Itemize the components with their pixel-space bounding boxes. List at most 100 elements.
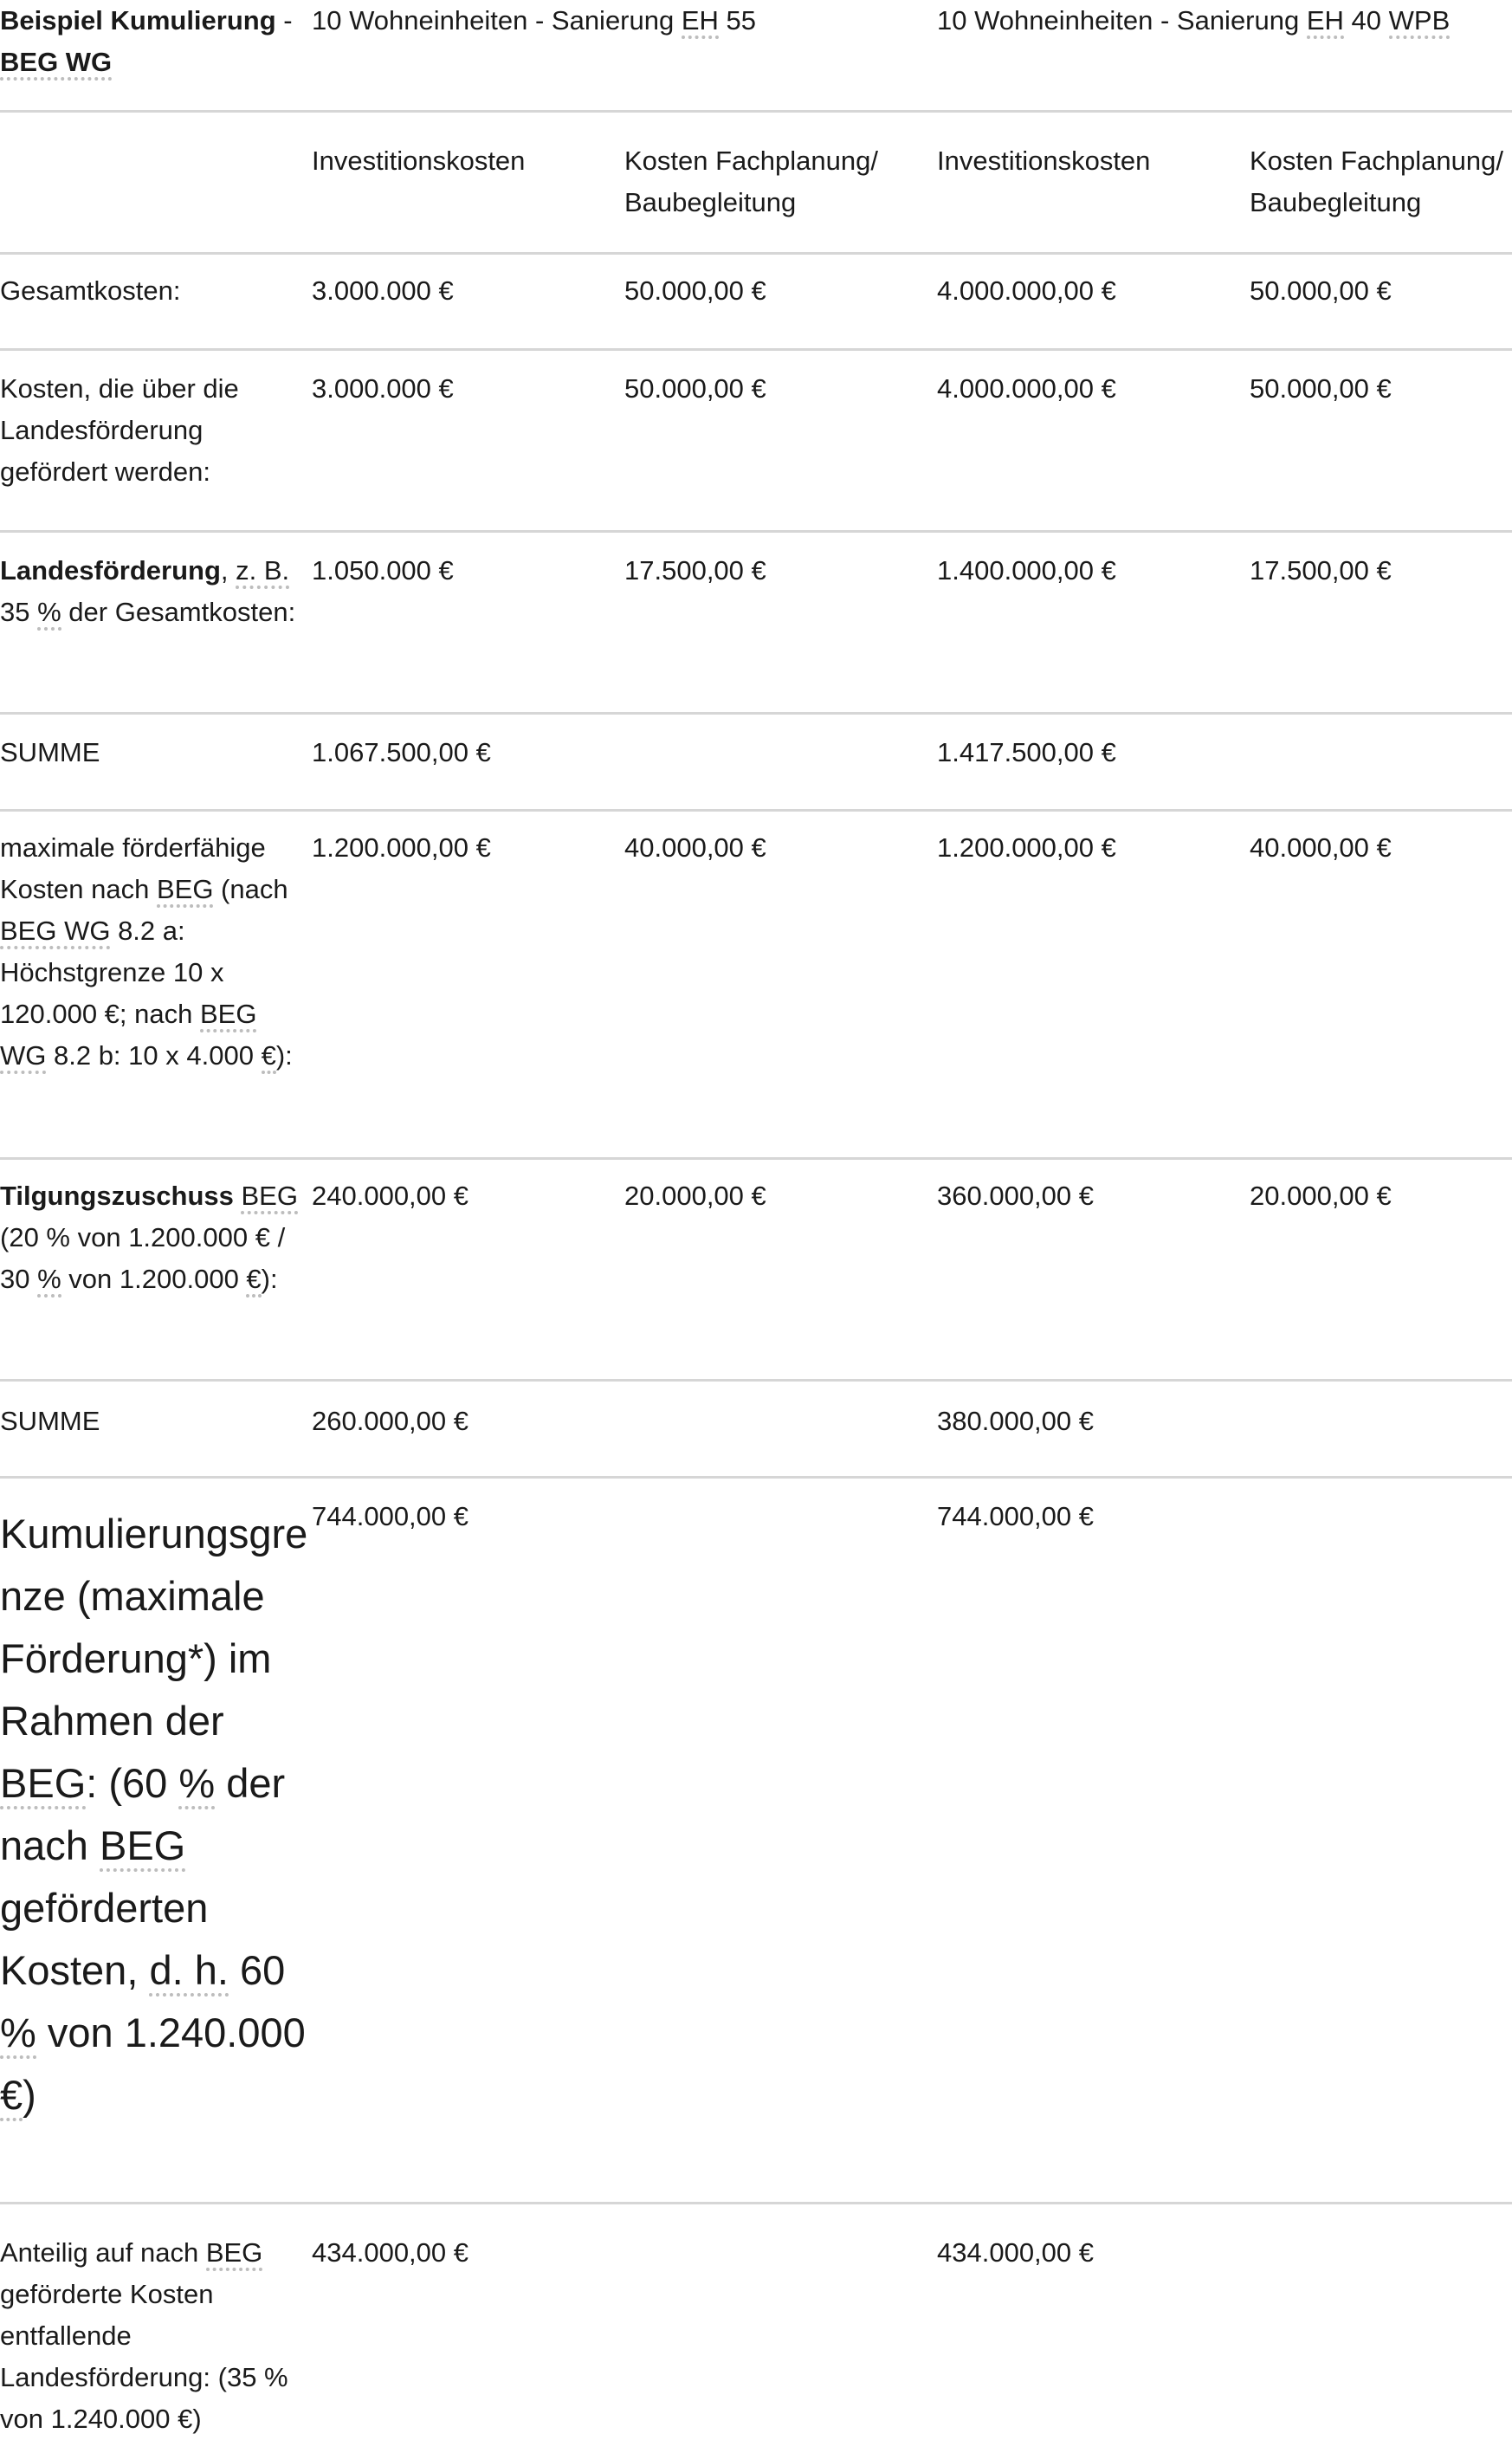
table-cell: 4.000.000,00 € [937,275,1116,306]
table-cell: 40.000,00 € [1250,832,1392,863]
label-part: ): [261,1263,278,1294]
abbr-euro: € [261,1039,276,1074]
table-cell: 3.000.000 € [312,275,454,306]
column-header: Investitionskosten [312,145,526,176]
table-cell: 50.000,00 € [1250,372,1392,404]
table-row: maximale förderfähige Kosten nach BEG (n… [0,810,1512,1158]
abbr-wg: WG [0,1039,47,1074]
label-part: ): [275,1039,293,1071]
abbr-beg: BEG [241,1180,298,1214]
table-cell: 17.500,00 € [624,554,766,586]
label-part: 60 [228,1946,286,1993]
label-part: 35 [0,596,38,627]
table-cell: 434.000,00 € [937,2236,1095,2268]
row-label: maximale förderfähige Kosten nach BEG (n… [0,810,312,1158]
abbr-beg: BEG [199,998,257,1032]
table-cell [1250,1380,1512,1477]
row-label-bold: Tilgungszuschuss [0,1180,234,1211]
table-cell: 1.417.500,00 € [937,736,1116,767]
abbr-zb: z. B. [236,554,290,589]
table-cell [1250,1477,1512,2203]
table-cell: 744.000,00 € [312,1500,469,1531]
label-part: 8.2 b: 10 x 4.000 [46,1039,262,1071]
table-cell [1250,2203,1512,2440]
abbr-beg: BEG [99,1822,186,1872]
abbr-beg: BEG [0,1759,87,1809]
label-part: (nach [213,873,288,904]
label-part: geförderte Kosten entfallende Landesförd… [0,2278,288,2434]
abbr-beg-wg: BEG WG [0,915,111,949]
row-label: Tilgungszuschuss BEG (20 % von 1.200.000… [0,1158,312,1380]
label-part: von 1.240.000 [36,2009,306,2055]
row-label: SUMME [0,736,100,767]
label-part: , [220,554,236,586]
table-row: Kosten, die über die Landesförderung gef… [0,349,1512,531]
table-cell: 380.000,00 € [937,1405,1095,1436]
scenario-eh55-text: 10 Wohneinheiten - Sanierung [312,5,682,36]
column-header: Investitionskosten [937,145,1151,176]
label-part: von 1.200.000 [61,1263,247,1294]
kumulierung-table: Beispiel Kumulierung - BEG WG 10 Wohnein… [0,0,1512,2440]
table-row: Tilgungszuschuss BEG (20 % von 1.200.000… [0,1158,1512,1380]
table-cell: 1.200.000,00 € [312,832,491,863]
abbr-percent: % [178,1759,216,1809]
table-cell: 50.000,00 € [624,372,766,404]
table-row: Landesförderung, z. B. 35 % der Gesamtko… [0,531,1512,713]
table-row: SUMME 1.067.500,00 € 1.417.500,00 € [0,713,1512,810]
abbr-eh: EH [1306,5,1344,39]
row-label: Gesamtkosten: [0,275,181,306]
label-part: : (60 [86,1759,179,1806]
corner-header-cell: Beispiel Kumulierung - BEG WG [0,0,312,111]
table-cell: 20.000,00 € [1250,1180,1392,1211]
row-label: Anteilig auf nach BEG geförderte Kosten … [0,2203,312,2440]
corner-title: Beispiel Kumulierung [0,5,276,36]
abbr-euro: € [246,1263,262,1298]
table-cell: 40.000,00 € [624,832,766,863]
table-cell: 1.400.000,00 € [937,554,1116,586]
table-cell [624,1477,937,2203]
table-cell: 4.000.000,00 € [937,372,1116,404]
table-cell [624,1380,937,1477]
column-header: Kosten Fachplanung/ Baubegleitung [624,145,878,217]
row-label: Kosten, die über die Landesförderung gef… [0,372,239,487]
table-cell: 3.000.000 € [312,372,454,404]
table-cell: 434.000,00 € [312,2236,469,2268]
row-label-bold: Landesförderung [0,554,221,586]
table-cell: 240.000,00 € [312,1180,469,1211]
abbr-eh: EH [681,5,719,39]
abbr-wpb: WPB [1388,5,1451,39]
table-row: SUMME 260.000,00 € 380.000,00 € [0,1380,1512,1477]
abbr-euro: € [0,2071,23,2121]
table-cell [624,713,937,810]
corner-dash: - [275,5,293,36]
abbr-beg: BEG [205,2236,263,2271]
table-cell: 1.050.000 € [312,554,454,586]
abbr-percent: % [0,2009,36,2059]
table-row: Anteilig auf nach BEG geförderte Kosten … [0,2203,1512,2440]
scenario-header-eh40: 10 Wohneinheiten - Sanierung EH 40 WPB [937,0,1512,111]
label-part: der Gesamtkosten: [61,596,296,627]
table-cell: 744.000,00 € [937,1500,1095,1531]
table-cell: 50.000,00 € [1250,275,1392,306]
scenario-eh55-number: 55 [718,5,757,36]
table-header-row: Beispiel Kumulierung - BEG WG 10 Wohnein… [0,0,1512,111]
scenario-header-eh55: 10 Wohneinheiten - Sanierung EH 55 [312,0,937,111]
abbr-beg: BEG [156,873,214,908]
page: Beispiel Kumulierung - BEG WG 10 Wohnein… [0,0,1512,2434]
table-row: Kumulierungsgrenze (maximale Förderung*)… [0,1477,1512,2203]
abbr-dh: d. h. [149,1946,229,1997]
table-cell [624,2203,937,2440]
table-cell: 1.200.000,00 € [937,832,1116,863]
table-cell: 20.000,00 € [624,1180,766,1211]
label-part: Anteilig auf nach [0,2236,206,2268]
table-subheader-row: Investitionskosten Kosten Fachplanung/ B… [0,111,1512,253]
table-cell: 50.000,00 € [624,275,766,306]
label-part: ) [23,2071,36,2118]
abbr-percent: % [37,596,61,631]
table-cell: 260.000,00 € [312,1405,469,1436]
scenario-eh40-text: 10 Wohneinheiten - Sanierung [937,5,1307,36]
abbr-beg-wg: BEG WG [0,47,113,81]
table-row: Gesamtkosten: 3.000.000 € 50.000,00 € 4.… [0,253,1512,349]
row-label-large: Kumulierungsgrenze (maximale Förderung*)… [0,1477,312,2203]
table-cell: 17.500,00 € [1250,554,1392,586]
